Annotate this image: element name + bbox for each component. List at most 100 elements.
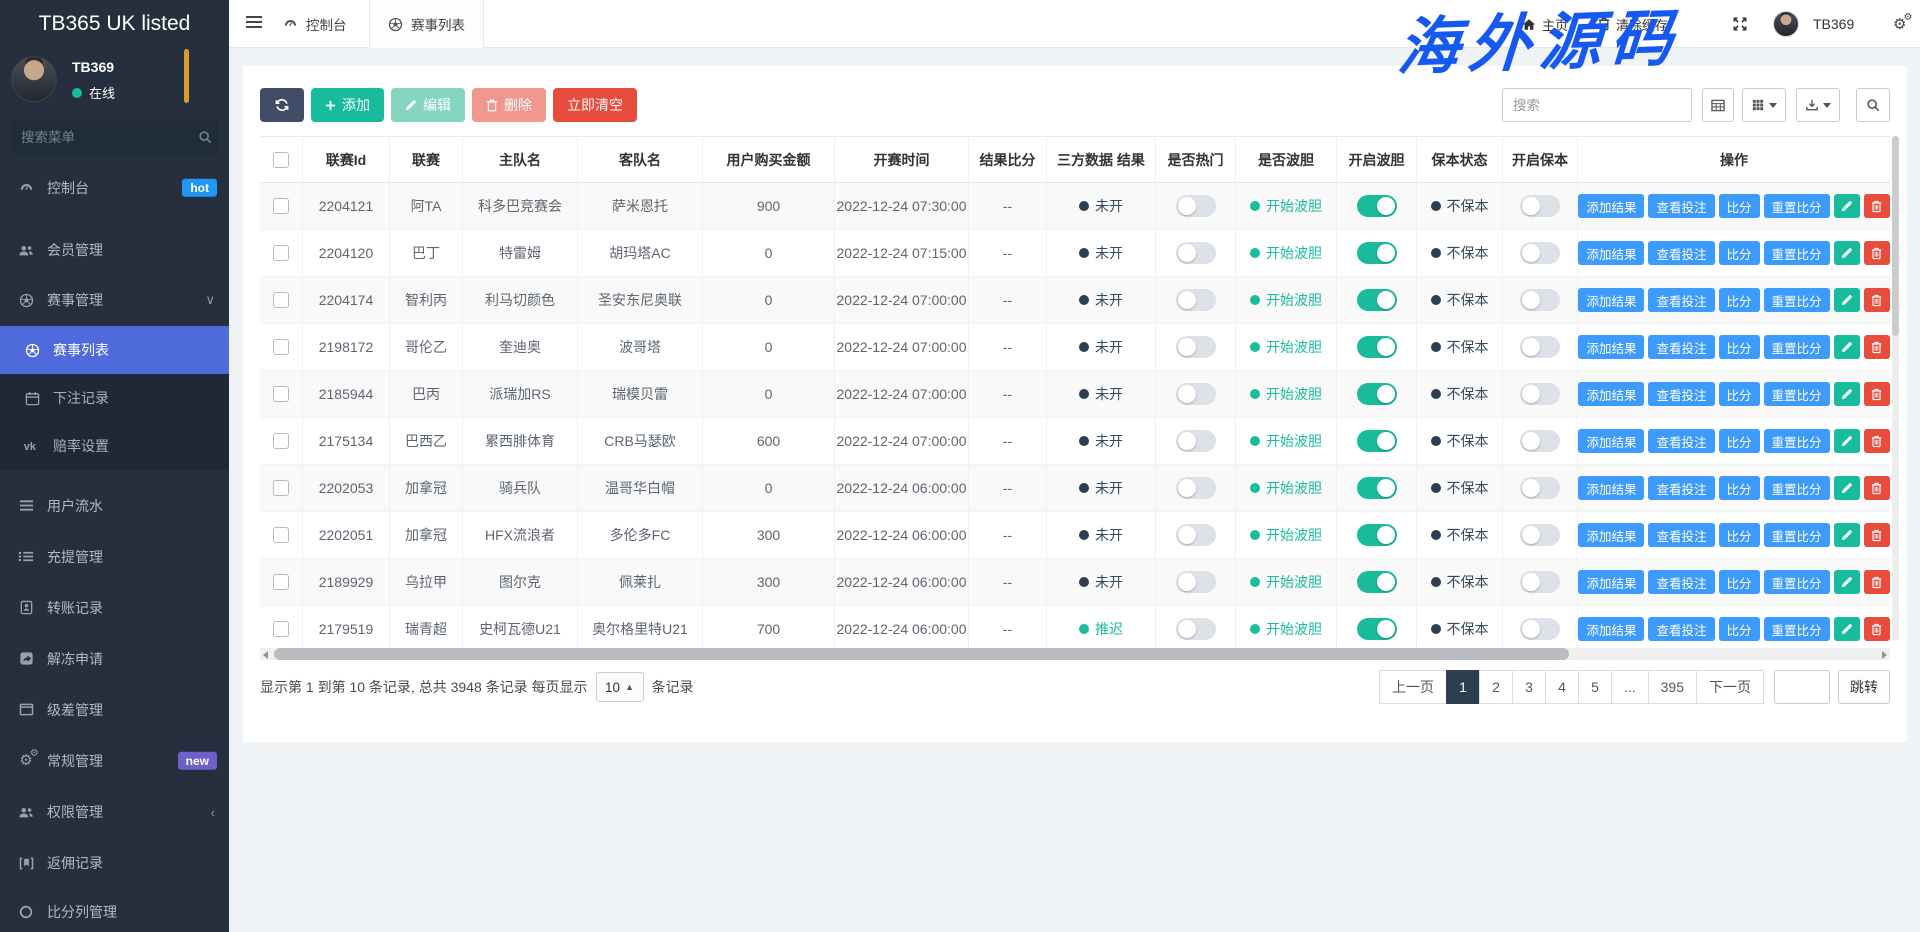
- view-bets-button[interactable]: 查看投注: [1648, 476, 1714, 500]
- hot-toggle[interactable]: [1176, 477, 1216, 499]
- fullscreen-button[interactable]: [1733, 0, 1747, 48]
- sidebar-item-general-mgmt[interactable]: ⚙⚙常规管理new: [0, 735, 229, 786]
- bodan-toggle[interactable]: [1357, 195, 1397, 217]
- view-bets-button[interactable]: 查看投注: [1648, 382, 1714, 406]
- row-checkbox[interactable]: [273, 621, 289, 637]
- baoben-toggle[interactable]: [1520, 383, 1560, 405]
- sidebar-item-member-mgmt[interactable]: 会员管理: [0, 225, 229, 275]
- reset-score-button[interactable]: 重置比分: [1764, 194, 1830, 218]
- view-bets-button[interactable]: 查看投注: [1648, 429, 1714, 453]
- delete-button[interactable]: [1864, 429, 1890, 453]
- scroll-left-arrow-icon[interactable]: [263, 651, 268, 659]
- edit-button[interactable]: [1834, 288, 1860, 312]
- bodan-status[interactable]: 开始波胆: [1250, 525, 1322, 545]
- edit-button[interactable]: [1834, 617, 1860, 641]
- hot-toggle[interactable]: [1176, 289, 1216, 311]
- bodan-status[interactable]: 开始波胆: [1250, 478, 1322, 498]
- scroll-right-arrow-icon[interactable]: [1882, 651, 1887, 659]
- view-bets-button[interactable]: 查看投注: [1648, 288, 1714, 312]
- delete-button[interactable]: [1864, 617, 1890, 641]
- view-bets-button[interactable]: 查看投注: [1648, 335, 1714, 359]
- view-bets-button[interactable]: 查看投注: [1648, 617, 1714, 641]
- sidebar-item-match-mgmt[interactable]: 赛事管理∨: [0, 275, 229, 325]
- bodan-status[interactable]: 开始波胆: [1250, 243, 1322, 263]
- clear-cache-link[interactable]: 清除缓存: [1598, 0, 1668, 48]
- topbar-username[interactable]: TB369: [1813, 0, 1854, 48]
- table-search-input[interactable]: [1502, 88, 1692, 122]
- baoben-toggle[interactable]: [1520, 618, 1560, 640]
- baoben-toggle[interactable]: [1520, 477, 1560, 499]
- bodan-toggle[interactable]: [1357, 336, 1397, 358]
- bodan-toggle[interactable]: [1357, 477, 1397, 499]
- bodan-toggle[interactable]: [1357, 289, 1397, 311]
- edit-button[interactable]: [1834, 429, 1860, 453]
- edit-button[interactable]: [1834, 335, 1860, 359]
- score-button[interactable]: 比分: [1719, 382, 1760, 406]
- topbar-avatar[interactable]: [1773, 0, 1799, 48]
- sidebar-item-score-column[interactable]: 比分列管理: [0, 888, 229, 932]
- page-395-button[interactable]: 395: [1648, 670, 1697, 704]
- bodan-toggle[interactable]: [1357, 383, 1397, 405]
- reset-score-button[interactable]: 重置比分: [1764, 335, 1830, 359]
- bodan-status[interactable]: 开始波胆: [1250, 619, 1322, 639]
- edit-button[interactable]: [1834, 241, 1860, 265]
- page-ellipsis[interactable]: ...: [1611, 670, 1649, 704]
- bodan-status[interactable]: 开始波胆: [1250, 337, 1322, 357]
- menu-toggle-icon[interactable]: [245, 15, 263, 29]
- columns-view-button[interactable]: [1702, 88, 1734, 122]
- baoben-toggle[interactable]: [1520, 336, 1560, 358]
- edit-button[interactable]: [1834, 570, 1860, 594]
- tab-match-list[interactable]: 赛事列表: [369, 0, 484, 48]
- goto-button[interactable]: 跳转: [1838, 670, 1890, 704]
- score-button[interactable]: 比分: [1719, 241, 1760, 265]
- add-result-button[interactable]: 添加结果: [1578, 570, 1644, 594]
- delete-button[interactable]: [1864, 570, 1890, 594]
- view-bets-button[interactable]: 查看投注: [1648, 523, 1714, 547]
- sidebar-item-transfer-records[interactable]: 转账记录: [0, 582, 229, 633]
- page-3-button[interactable]: 3: [1512, 670, 1546, 704]
- view-bets-button[interactable]: 查看投注: [1648, 241, 1714, 265]
- sidebar-scrollbar[interactable]: [184, 49, 189, 103]
- score-button[interactable]: 比分: [1719, 194, 1760, 218]
- row-checkbox[interactable]: [273, 527, 289, 543]
- hot-toggle[interactable]: [1176, 195, 1216, 217]
- sidebar-item-unfreeze-request[interactable]: 解冻申请: [0, 633, 229, 684]
- scrollbar-thumb[interactable]: [274, 648, 1569, 660]
- sidebar-item-match-list[interactable]: 赛事列表: [0, 326, 229, 374]
- baoben-toggle[interactable]: [1520, 289, 1560, 311]
- add-result-button[interactable]: 添加结果: [1578, 382, 1644, 406]
- baoben-toggle[interactable]: [1520, 242, 1560, 264]
- row-checkbox[interactable]: [273, 339, 289, 355]
- bodan-status[interactable]: 开始波胆: [1250, 431, 1322, 451]
- add-result-button[interactable]: 添加结果: [1578, 476, 1644, 500]
- add-result-button[interactable]: 添加结果: [1578, 241, 1644, 265]
- goto-page-input[interactable]: [1774, 670, 1830, 704]
- add-result-button[interactable]: 添加结果: [1578, 523, 1644, 547]
- bodan-toggle[interactable]: [1357, 524, 1397, 546]
- hot-toggle[interactable]: [1176, 383, 1216, 405]
- add-result-button[interactable]: 添加结果: [1578, 429, 1644, 453]
- delete-button[interactable]: [1864, 523, 1890, 547]
- hot-toggle[interactable]: [1176, 430, 1216, 452]
- page-2-button[interactable]: 2: [1479, 670, 1513, 704]
- sidebar-search-input[interactable]: [21, 130, 198, 145]
- reset-score-button[interactable]: 重置比分: [1764, 241, 1830, 265]
- bodan-toggle[interactable]: [1357, 571, 1397, 593]
- delete-button[interactable]: [1864, 382, 1890, 406]
- row-checkbox[interactable]: [273, 198, 289, 214]
- add-result-button[interactable]: 添加结果: [1578, 194, 1644, 218]
- view-bets-button[interactable]: 查看投注: [1648, 570, 1714, 594]
- page-4-button[interactable]: 4: [1545, 670, 1579, 704]
- score-button[interactable]: 比分: [1719, 288, 1760, 312]
- score-button[interactable]: 比分: [1719, 335, 1760, 359]
- row-checkbox[interactable]: [273, 292, 289, 308]
- edit-button[interactable]: [1834, 476, 1860, 500]
- table-horizontal-scrollbar[interactable]: [260, 648, 1890, 660]
- hot-toggle[interactable]: [1176, 524, 1216, 546]
- bodan-status[interactable]: 开始波胆: [1250, 196, 1322, 216]
- reset-score-button[interactable]: 重置比分: [1764, 429, 1830, 453]
- score-button[interactable]: 比分: [1719, 523, 1760, 547]
- add-result-button[interactable]: 添加结果: [1578, 335, 1644, 359]
- next-page-button[interactable]: 下一页: [1696, 670, 1764, 704]
- baoben-toggle[interactable]: [1520, 524, 1560, 546]
